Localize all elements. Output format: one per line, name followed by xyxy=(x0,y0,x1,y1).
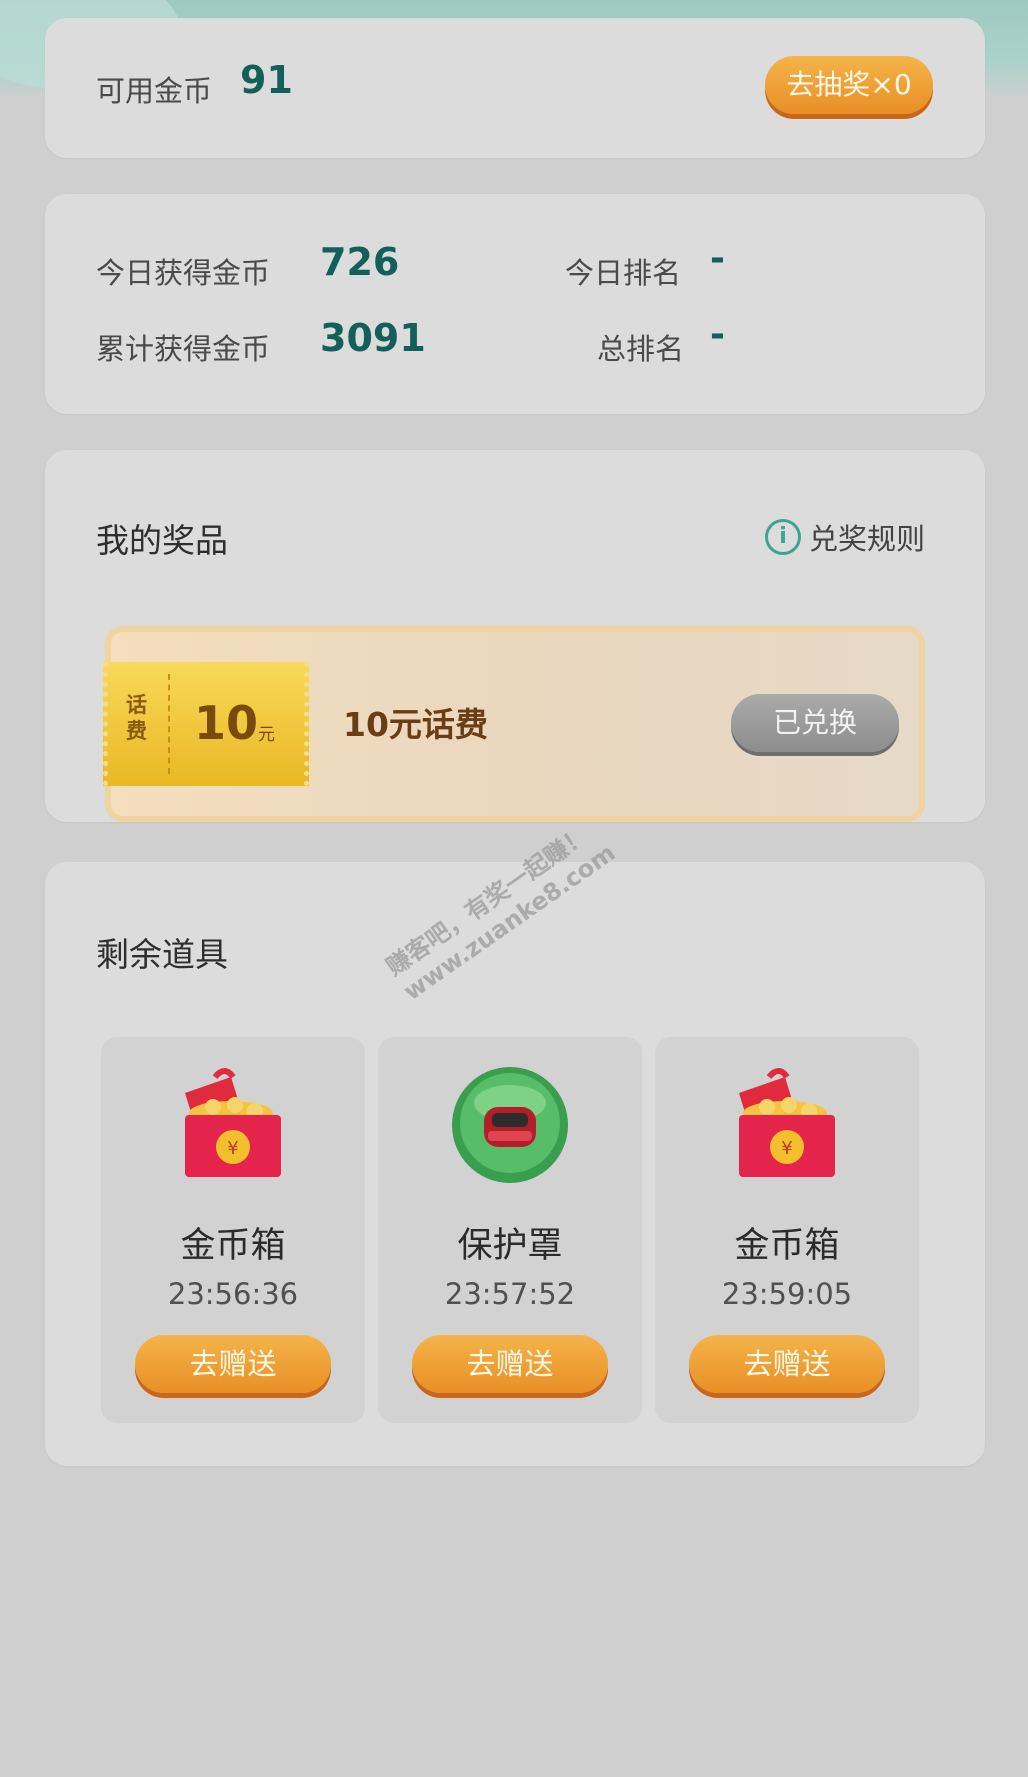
remaining-props-card: 剩余道具 ¥ 金币箱 23:56:36 去赠送 保护罩 23:57:52 去赠送… xyxy=(45,862,985,1466)
coin-box-icon: ¥ xyxy=(739,1068,835,1177)
gift-button[interactable]: 去赠送 xyxy=(412,1335,608,1393)
ticket-tag: 话费 xyxy=(126,693,147,743)
available-coins-label: 可用金币 xyxy=(96,74,213,108)
redeem-rules-label: 兑奖规则 xyxy=(809,522,926,556)
prize-row: 话费 10 元 10元话费 已兑换 xyxy=(103,626,925,822)
redeem-rules-link[interactable]: i 兑奖规则 xyxy=(765,516,925,558)
phone-credit-ticket-icon: 话费 10 元 xyxy=(103,662,309,786)
today-coins-label: 今日获得金币 xyxy=(96,256,271,290)
today-coins-value: 726 xyxy=(320,240,400,284)
prop-item-shield: 保护罩 23:57:52 去赠送 xyxy=(378,1037,642,1423)
total-coins-label: 累计获得金币 xyxy=(96,332,271,366)
my-prizes-title: 我的奖品 xyxy=(96,521,228,560)
gift-button[interactable]: 去赠送 xyxy=(135,1335,331,1393)
prop-time: 23:56:36 xyxy=(167,1277,299,1311)
coin-box-icon: ¥ xyxy=(185,1068,281,1177)
svg-text:¥: ¥ xyxy=(227,1138,238,1159)
remaining-props-title: 剩余道具 xyxy=(96,935,228,974)
prop-name: 金币箱 xyxy=(180,1226,286,1266)
available-coins-value: 91 xyxy=(240,58,293,102)
prize-name: 10元话费 xyxy=(343,705,488,744)
my-prizes-card: 我的奖品 i 兑奖规则 话费 10 元 10元话费 已兑换 xyxy=(45,450,985,822)
coin-stats-card: 今日获得金币 726 今日排名 - 累计获得金币 3091 总排名 - xyxy=(45,194,985,414)
ticket-amount: 10 xyxy=(194,696,259,750)
prop-item-coin-box: ¥ 金币箱 23:59:05 去赠送 xyxy=(655,1037,919,1423)
ticket-unit: 元 xyxy=(258,725,275,745)
prop-name: 金币箱 xyxy=(734,1226,840,1266)
today-rank-label: 今日排名 xyxy=(565,256,682,290)
total-rank-value: - xyxy=(710,314,725,355)
draw-lottery-button[interactable]: 去抽奖×0 xyxy=(765,56,933,114)
shield-car-icon xyxy=(452,1067,568,1183)
available-coins-card: 可用金币 91 去抽奖×0 xyxy=(45,18,985,158)
prop-time: 23:57:52 xyxy=(444,1277,576,1311)
today-rank-value: - xyxy=(710,238,725,279)
prop-item-coin-box: ¥ 金币箱 23:56:36 去赠送 xyxy=(101,1037,365,1423)
total-rank-label: 总排名 xyxy=(597,332,685,366)
svg-text:¥: ¥ xyxy=(781,1138,792,1159)
prop-time: 23:59:05 xyxy=(721,1277,853,1311)
gift-button[interactable]: 去赠送 xyxy=(689,1335,885,1393)
total-coins-value: 3091 xyxy=(320,316,426,360)
info-icon: i xyxy=(765,519,801,555)
prop-name: 保护罩 xyxy=(457,1226,563,1266)
redeemed-button[interactable]: 已兑换 xyxy=(731,694,899,752)
